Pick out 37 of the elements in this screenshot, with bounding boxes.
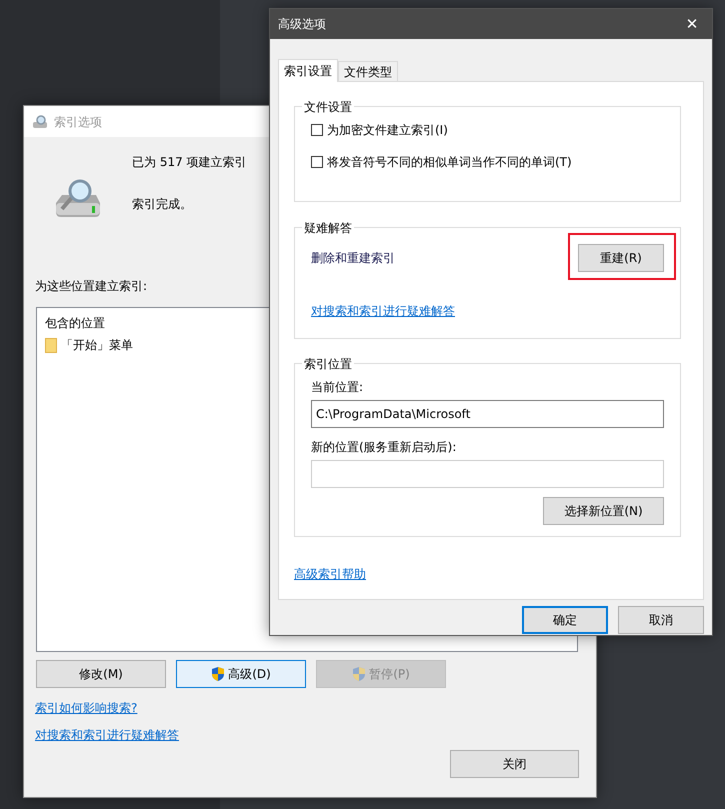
help-link[interactable]: 索引如何影响搜索?: [35, 701, 138, 715]
checkbox[interactable]: [311, 156, 323, 168]
checkbox-label: 为加密文件建立索引(I): [327, 122, 448, 139]
path-field[interactable]: [311, 460, 664, 488]
tab[interactable]: 文件类型: [338, 61, 398, 81]
checkbox[interactable]: [311, 124, 323, 136]
rebuild-button[interactable]: 重建(R): [578, 244, 664, 272]
column-header: 包含的位置: [45, 315, 106, 332]
troubleshoot-link[interactable]: 对搜索和索引进行疑难解答: [311, 304, 455, 318]
shield-icon: [352, 666, 366, 682]
choose-location-button[interactable]: 选择新位置(N): [543, 497, 664, 525]
group-title: 疑难解答: [302, 219, 354, 237]
action-button[interactable]: 高级(D): [176, 660, 306, 688]
help-link[interactable]: 对搜索和索引进行疑难解答: [35, 728, 179, 742]
path-field[interactable]: C:\ProgramData\Microsoft: [311, 400, 664, 428]
folder-icon: [45, 338, 57, 352]
shield-icon: [211, 666, 226, 682]
tab[interactable]: 索引设置: [278, 59, 338, 82]
action-button[interactable]: 修改(M): [36, 660, 166, 688]
status-text: 索引完成。: [132, 196, 193, 213]
group-title: 文件设置: [302, 98, 354, 116]
close-button[interactable]: ✕: [672, 9, 712, 39]
window-title: 索引选项: [54, 114, 102, 130]
window-title: 高级选项: [278, 16, 326, 33]
dialog-button[interactable]: 确定: [522, 606, 608, 634]
location-item[interactable]: 「开始」菜单: [61, 336, 133, 354]
field-label: 新的位置(服务重新启动后):: [311, 439, 458, 456]
checkbox-label: 将发音符号不同的相似单词当作不同的单词(T): [327, 154, 572, 171]
help-link[interactable]: 高级索引帮助: [294, 567, 366, 581]
status-text: 已为 517 项建立索引: [132, 154, 247, 171]
description-text: 删除和重建索引: [311, 250, 395, 267]
close-button[interactable]: 关闭: [450, 750, 579, 778]
locations-label: 为这些位置建立索引:: [34, 278, 148, 295]
dialog-button[interactable]: 取消: [618, 606, 704, 634]
field-label: 当前位置:: [311, 379, 364, 396]
group-title: 索引位置: [302, 355, 354, 373]
search-drive-icon: [32, 114, 48, 128]
